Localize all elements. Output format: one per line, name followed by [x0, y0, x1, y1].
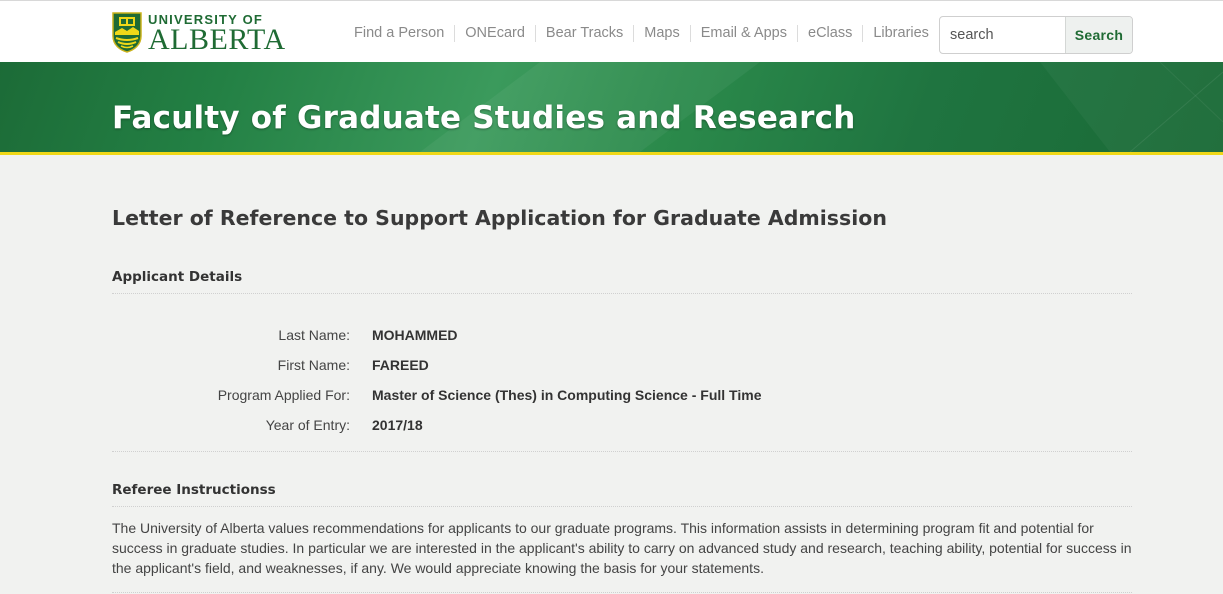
search-input[interactable]: [940, 17, 1065, 53]
divider: [112, 451, 1132, 452]
university-logo[interactable]: UNIVERSITY OF ALBERTA: [112, 12, 286, 56]
field-label: Year of Entry:: [265, 417, 350, 433]
faculty-banner: Faculty of Graduate Studies and Research: [0, 62, 1223, 155]
applicant-details-heading: Applicant Details: [112, 269, 243, 285]
field-label: Last Name:: [278, 327, 350, 343]
field-year-of-entry: Year of Entry: 2017/18: [112, 417, 1132, 437]
field-value: 2017/18: [372, 417, 423, 433]
shield-crest-icon: [112, 12, 142, 53]
page-title: Letter of Reference to Support Applicati…: [112, 206, 887, 230]
field-value: MOHAMMED: [372, 327, 458, 343]
referee-instructions-heading: Referee Instructionss: [112, 482, 276, 498]
nav-bear-tracks[interactable]: Bear Tracks: [534, 25, 633, 42]
nav-maps[interactable]: Maps: [633, 25, 689, 42]
nav-onecard[interactable]: ONEcard: [454, 25, 535, 42]
search-form: Search: [939, 16, 1133, 54]
search-button[interactable]: Search: [1065, 17, 1132, 53]
divider: [112, 293, 1132, 294]
faculty-title: Faculty of Graduate Studies and Research: [112, 100, 856, 136]
field-first-name: First Name: FAREED: [112, 357, 1132, 377]
divider: [112, 506, 1132, 507]
divider: [112, 592, 1132, 593]
field-label: Program Applied For:: [217, 387, 350, 403]
field-value: FAREED: [372, 357, 429, 373]
top-nav: Find a Person ONEcard Bear Tracks Maps E…: [344, 25, 939, 42]
nav-eclass[interactable]: eClass: [797, 25, 862, 42]
nav-find-a-person[interactable]: Find a Person: [344, 25, 454, 42]
field-last-name: Last Name: MOHAMMED: [112, 327, 1132, 347]
instructions-text: The University of Alberta values recomme…: [112, 520, 1132, 576]
field-program: Program Applied For: Master of Science (…: [112, 387, 1132, 407]
field-label: First Name:: [277, 357, 350, 373]
field-value: Master of Science (Thes) in Computing Sc…: [372, 387, 762, 403]
top-header: UNIVERSITY OF ALBERTA Find a Person ONEc…: [0, 0, 1223, 63]
logo-line-2: ALBERTA: [148, 23, 286, 56]
nav-email-apps[interactable]: Email & Apps: [689, 25, 797, 42]
nav-libraries[interactable]: Libraries: [862, 25, 939, 42]
